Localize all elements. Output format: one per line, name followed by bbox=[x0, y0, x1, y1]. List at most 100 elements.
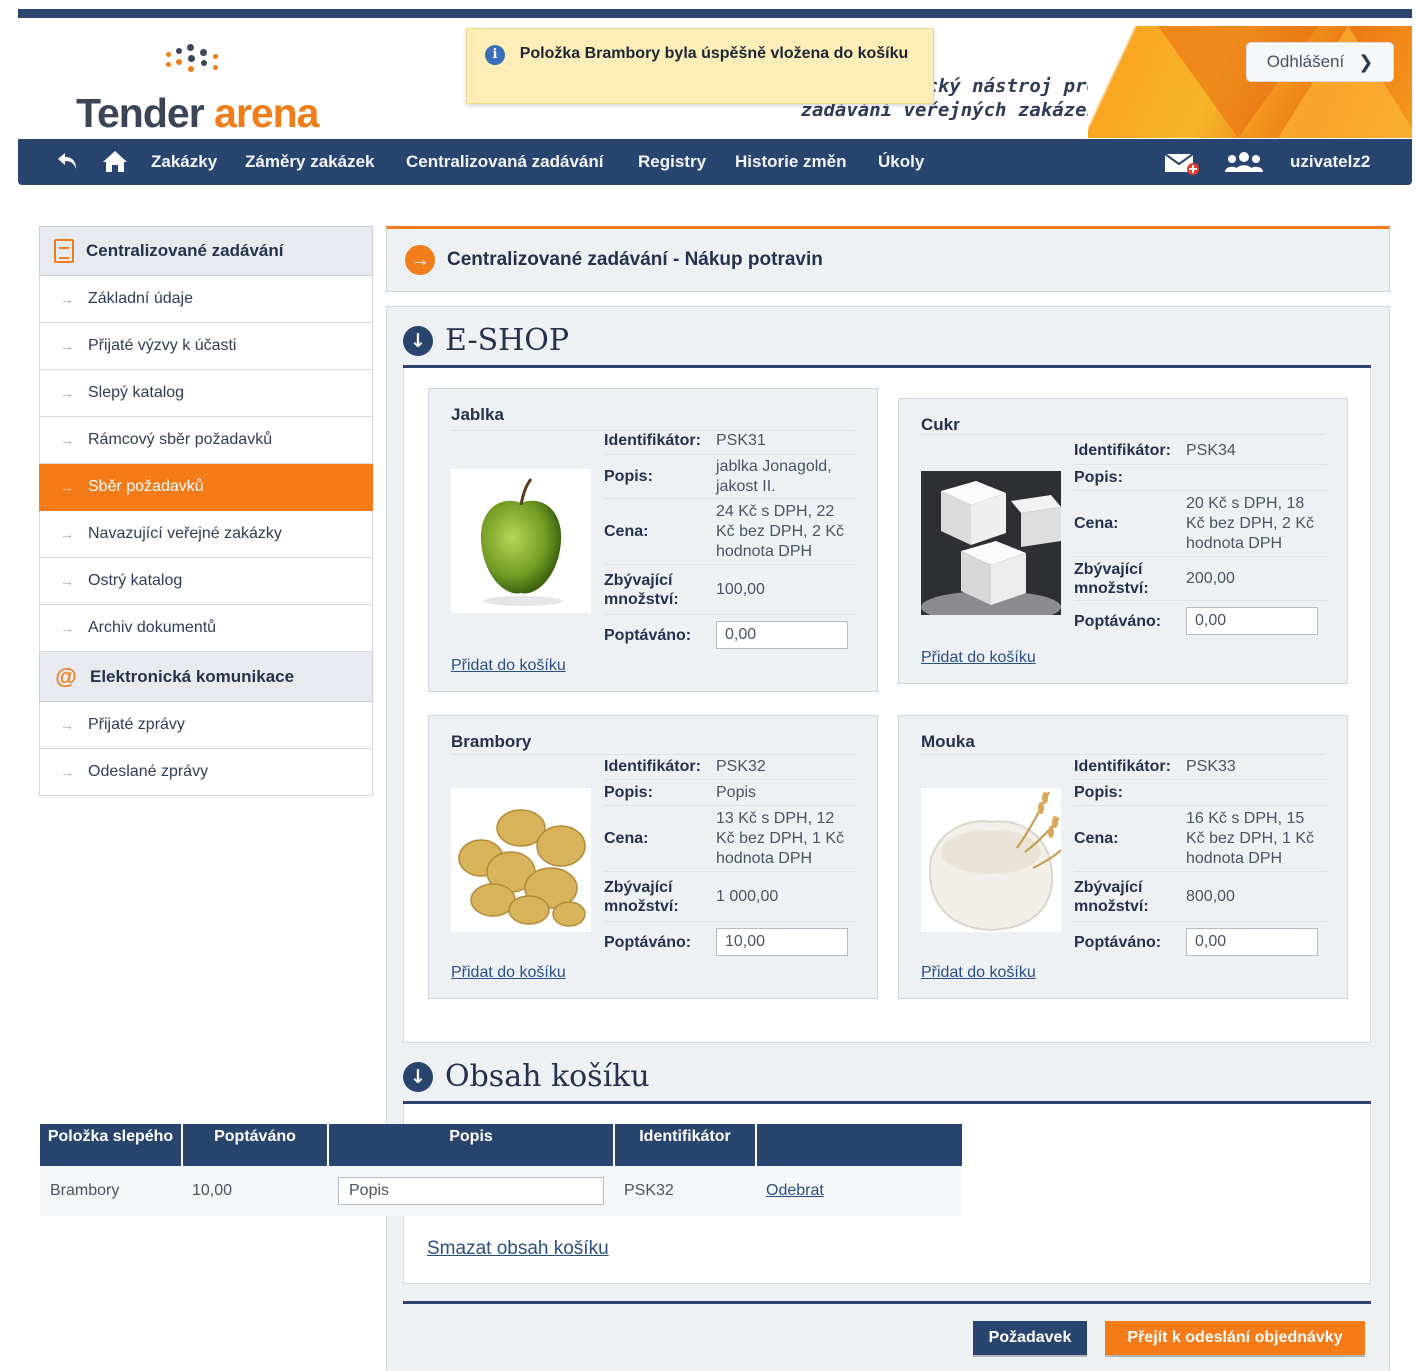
column-header: Popis bbox=[328, 1124, 615, 1166]
info-icon: i bbox=[485, 45, 505, 65]
arrow-right-icon: → bbox=[60, 620, 74, 636]
sidebar-section-centralized[interactable]: Centralizované zadávání bbox=[39, 226, 373, 276]
sidebar-item-label: Přijaté zprávy bbox=[88, 716, 185, 733]
product-price-row: Cena: 13 Kč s DPH, 12 Kč bez DPH, 1 Kč h… bbox=[604, 806, 857, 872]
product-identifier-row: Identifikátor: PSK32 bbox=[604, 754, 857, 780]
sidebar-item-sber-pozadavku[interactable]: → Sběr požadavků bbox=[39, 464, 373, 511]
product-remaining-row: Zbývající množství: 100,00 bbox=[604, 565, 857, 615]
product-requested-row: Poptáváno: bbox=[1074, 922, 1327, 962]
remaining-value: 800,00 bbox=[1186, 887, 1235, 905]
sidebar-item-archiv-dokumentu[interactable]: → Archiv dokumentů bbox=[39, 605, 373, 652]
cart-item-requested: 10,00 bbox=[182, 1166, 328, 1216]
sidebar: Centralizované zadávání → Základní údaje … bbox=[39, 226, 373, 796]
product-description-row: Popis: bbox=[1074, 465, 1327, 491]
nav-registry[interactable]: Registry bbox=[638, 139, 706, 185]
checkout-button[interactable]: Přejít k odeslání objednávky bbox=[1105, 1321, 1365, 1355]
username[interactable]: uzivatelz2 bbox=[1290, 139, 1370, 185]
sidebar-item-label: Ostrý katalog bbox=[88, 572, 183, 589]
quantity-input[interactable] bbox=[716, 928, 848, 956]
product-requested-row: Poptáváno: bbox=[1074, 601, 1327, 641]
sidebar-item-prijate-zpravy[interactable]: → Přijaté zprávy bbox=[39, 702, 373, 749]
cart-section-header[interactable]: Obsah košíku bbox=[403, 1059, 650, 1094]
description-input[interactable] bbox=[338, 1177, 604, 1205]
quantity-input[interactable] bbox=[716, 621, 848, 649]
home-icon[interactable] bbox=[102, 149, 128, 178]
add-to-cart-link[interactable]: Přidat do košíku bbox=[921, 649, 1036, 667]
sidebar-item-navazujici-zakazky[interactable]: → Navazující veřejné zakázky bbox=[39, 511, 373, 558]
flour-image bbox=[921, 788, 1061, 932]
eshop-section: Jablka Identifikátor: PSK31 Popis: jablk… bbox=[403, 368, 1371, 1043]
price-label: Cena: bbox=[604, 523, 649, 540]
potatoes-image bbox=[451, 788, 591, 932]
product-remaining-row: Zbývající množství: 1 000,00 bbox=[604, 872, 857, 922]
sidebar-item-odeslane-zpravy[interactable]: → Odeslané zprávy bbox=[39, 749, 373, 796]
arrow-right-icon: → bbox=[60, 573, 74, 589]
quantity-input[interactable] bbox=[1186, 928, 1318, 956]
remaining-label: Zbývající množství: bbox=[604, 878, 679, 915]
sidebar-item-label: Základní údaje bbox=[88, 290, 193, 307]
top-rule bbox=[18, 9, 1412, 18]
price-label: Cena: bbox=[1074, 515, 1119, 532]
back-icon[interactable] bbox=[56, 149, 80, 178]
arrow-right-icon: → bbox=[60, 526, 74, 542]
cart-item-action-cell: Odebrat bbox=[756, 1166, 962, 1216]
arrow-right-icon: → bbox=[60, 717, 74, 733]
sidebar-item-prijate-vyzvy[interactable]: → Přijaté výzvy k účasti bbox=[39, 323, 373, 370]
page-title-bar: → Centralizované zadávání - Nákup potrav… bbox=[386, 226, 1390, 292]
sidebar-item-label: Přijaté výzvy k účasti bbox=[88, 337, 237, 354]
sidebar-item-zakladni-udaje[interactable]: → Základní údaje bbox=[39, 276, 373, 323]
description-value: Popis bbox=[716, 783, 757, 801]
product-card-cukr: Cukr Identifikátor: PSK34 Popis: Cena: 2… bbox=[898, 398, 1348, 684]
sidebar-item-ramcovy-sber[interactable]: → Rámcový sběr požadavků bbox=[39, 417, 373, 464]
description-label: Popis: bbox=[1074, 469, 1123, 486]
nav-centralizovana-zadavani[interactable]: Centralizovaná zadávání bbox=[406, 139, 603, 185]
remaining-value: 200,00 bbox=[1186, 569, 1235, 587]
cart-item-description-cell bbox=[328, 1166, 614, 1216]
arrow-right-circle-icon: → bbox=[405, 245, 435, 275]
identifier-value: PSK32 bbox=[716, 757, 766, 775]
sidebar-item-ostry-katalog[interactable]: → Ostrý katalog bbox=[39, 558, 373, 605]
column-header: Poptáváno bbox=[182, 1124, 329, 1166]
nav-zakazky[interactable]: Zakázky bbox=[151, 139, 217, 185]
requested-label: Poptáváno: bbox=[604, 933, 692, 951]
sidebar-section-communication[interactable]: @ Elektronická komunikace bbox=[39, 652, 373, 702]
remaining-label: Zbývající množství: bbox=[604, 571, 679, 608]
price-value: 24 Kč s DPH, 22 Kč bez DPH, 2 Kč hodnota… bbox=[716, 502, 845, 560]
app-logo[interactable]: Tender arena bbox=[76, 40, 336, 136]
price-value: 13 Kč s DPH, 12 Kč bez DPH, 1 Kč hodnota… bbox=[716, 809, 845, 867]
arrow-right-icon: → bbox=[60, 385, 74, 401]
identifier-value: PSK34 bbox=[1186, 441, 1236, 459]
arrow-right-icon: → bbox=[60, 291, 74, 307]
sidebar-item-slepy-katalog[interactable]: → Slepý katalog bbox=[39, 370, 373, 417]
mail-icon[interactable] bbox=[1164, 151, 1200, 180]
apple-image bbox=[451, 469, 591, 613]
product-name: Brambory bbox=[451, 732, 532, 751]
product-card-jablka: Jablka Identifikátor: PSK31 Popis: jablk… bbox=[428, 388, 878, 692]
toast-message: Položka Brambory byla úspěšně vložena do… bbox=[519, 45, 909, 62]
nav-ukoly[interactable]: Úkoly bbox=[878, 139, 924, 185]
add-to-cart-link[interactable]: Přidat do košíku bbox=[451, 964, 566, 982]
add-to-cart-link[interactable]: Přidat do košíku bbox=[921, 964, 1036, 982]
quantity-input[interactable] bbox=[1186, 607, 1318, 635]
requested-label: Poptáváno: bbox=[1074, 612, 1162, 630]
remaining-label: Zbývající množství: bbox=[1074, 878, 1149, 915]
nav-zamery-zakazek[interactable]: Záměry zakázek bbox=[245, 139, 374, 185]
nav-historie-zmen[interactable]: Historie změn bbox=[735, 139, 846, 185]
add-to-cart-link[interactable]: Přidat do košíku bbox=[451, 657, 566, 675]
product-requested-row: Poptáváno: bbox=[604, 615, 857, 655]
request-button[interactable]: Požadavek bbox=[973, 1321, 1087, 1355]
product-card-mouka: Mouka Identifikátor: PSK33 Popis: Cena: … bbox=[898, 715, 1348, 999]
product-identifier-row: Identifikátor: PSK33 bbox=[1074, 754, 1327, 780]
cart-item-name: Brambory bbox=[40, 1166, 182, 1216]
notification-toast: i Položka Brambory byla úspěšně vložena … bbox=[466, 28, 934, 104]
product-name: Mouka bbox=[921, 732, 975, 751]
sidebar-item-label: Slepý katalog bbox=[88, 384, 185, 401]
logout-button[interactable]: Odhlášení ❯ bbox=[1246, 42, 1394, 82]
sidebar-item-label: Navazující veřejné zakázky bbox=[88, 525, 282, 542]
arrow-right-icon: → bbox=[60, 338, 74, 354]
price-label: Cena: bbox=[1074, 830, 1119, 847]
users-icon[interactable] bbox=[1222, 150, 1266, 179]
remove-link[interactable]: Odebrat bbox=[766, 1182, 824, 1199]
clear-cart-link[interactable]: Smazat obsah košíku bbox=[427, 1238, 609, 1260]
eshop-section-header[interactable]: E-SHOP bbox=[403, 323, 569, 358]
